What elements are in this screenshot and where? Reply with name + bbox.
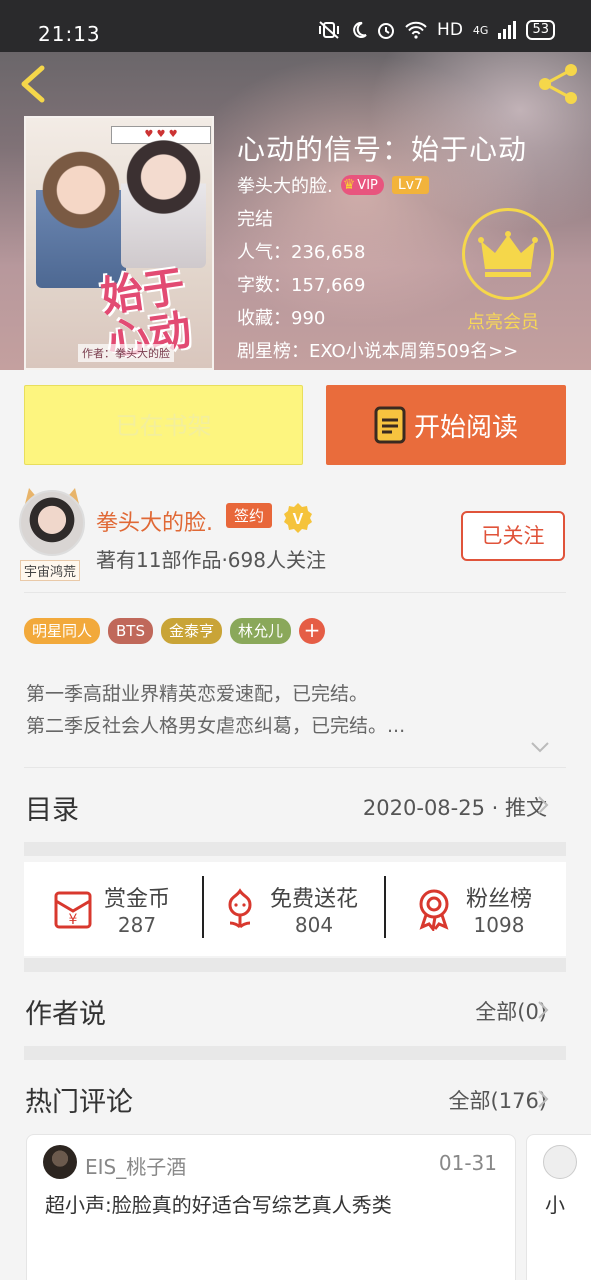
followed-button[interactable]: 已关注: [461, 511, 565, 561]
start-reading-label: 开始阅读: [413, 412, 518, 443]
medal-icon: [419, 889, 449, 931]
on-shelf-button[interactable]: 已在书架: [24, 385, 303, 465]
section-gap: [24, 1046, 566, 1060]
tag-1[interactable]: BTS: [108, 618, 153, 644]
book-author-row: 拳头大的脸. ♛ VIP Lv7: [237, 172, 429, 198]
reward-flowers-value: 804: [294, 913, 334, 937]
chevron-right-icon[interactable]: [537, 1000, 549, 1020]
toc-title[interactable]: 目录: [25, 788, 79, 827]
share-icon[interactable]: [535, 60, 583, 108]
book-favorites: 收藏：990: [237, 308, 326, 329]
comment-text: 小: [545, 1193, 565, 1217]
status-time: 21:13: [38, 22, 101, 46]
moon-icon: [353, 21, 367, 38]
book-author[interactable]: 拳头大的脸.: [237, 172, 333, 198]
intro-line-2: 第二季反社会人格男女虐恋纠葛，已完结。...: [26, 715, 406, 737]
reward-coins-label: 赏金币: [104, 887, 171, 912]
reward-coins-value: 287: [117, 913, 157, 937]
reward-fans[interactable]: 粉丝榜 1098: [414, 862, 564, 956]
comment-card[interactable]: EIS_桃子酒 01-31 超小声:脸脸真的好适合写综艺真人秀类: [26, 1134, 516, 1280]
reward-coins[interactable]: ¥ 赏金币 287: [50, 862, 200, 956]
reward-bar: ¥ 赏金币 287 免费送花 804 粉丝榜 1098: [24, 862, 566, 956]
reward-fans-label: 粉丝榜: [466, 887, 533, 912]
section-gap: [24, 842, 566, 856]
book-cover[interactable]: ♥ ♥ ♥ 始于心动 作者：拳头大的脸: [24, 116, 214, 370]
alarm-icon: [378, 23, 395, 39]
wifi-icon: [405, 21, 427, 39]
avatar-tag: 宇宙鸿荒: [20, 560, 81, 581]
book-title: 心动的信号：始于心动: [237, 133, 528, 166]
comment-text: 超小声:脸脸真的好适合写综艺真人秀类: [45, 1193, 392, 1217]
crown-icon: [478, 231, 538, 277]
vip-member-button[interactable]: [462, 208, 554, 300]
author-name[interactable]: 拳头大的脸.: [96, 505, 213, 537]
reward-flowers-label: 免费送花: [270, 887, 359, 912]
tag-list: 明星同人 BTS 金泰亨 林允儿 +: [24, 618, 326, 644]
comment-date: 01-31: [438, 1151, 497, 1175]
signal-type: 4G: [472, 23, 489, 37]
chevron-down-icon[interactable]: [530, 740, 550, 754]
network-label: HD: [437, 20, 463, 40]
book-status: 完结: [237, 209, 273, 230]
crown-icon: ♛: [342, 177, 356, 193]
red-envelope-icon: ¥: [54, 891, 92, 929]
chevron-right-icon[interactable]: [537, 795, 549, 815]
tag-0[interactable]: 明星同人: [24, 618, 101, 644]
book-popularity: 人气：236,658: [237, 242, 366, 263]
hot-comments-all[interactable]: 全部(176): [449, 1085, 547, 1115]
comment-card[interactable]: 小: [526, 1134, 591, 1280]
section-gap: [24, 958, 566, 972]
separator: [202, 876, 204, 938]
battery-icon: 53: [526, 20, 555, 40]
book-ranking-link[interactable]: 剧星榜：EXO小说本周第509名>>: [237, 337, 518, 363]
status-icons: HD 4G 53: [317, 20, 555, 40]
start-reading-button[interactable]: 开始阅读: [326, 385, 566, 465]
vibrate-off-icon: [319, 21, 340, 39]
author-stats: 著有11部作品·698人关注: [96, 548, 326, 572]
svg-text:¥: ¥: [69, 912, 78, 928]
book-word-count: 字数：157,669: [237, 275, 366, 296]
back-arrow-icon[interactable]: [16, 64, 52, 104]
tag-3[interactable]: 林允儿: [230, 618, 292, 644]
divider: [24, 767, 566, 768]
reward-fans-value: 1098: [473, 913, 525, 937]
book-header: 21:13 HD 4G 53 ♥ ♥ ♥ 始于心动 作者：拳头大的脸 心动的信号…: [0, 0, 591, 370]
commenter-avatar[interactable]: [43, 1145, 77, 1179]
vip-member-label[interactable]: 点亮会员: [467, 308, 539, 334]
book-icon: [374, 406, 406, 444]
chevron-right-icon[interactable]: [537, 1089, 549, 1109]
separator: [384, 876, 386, 938]
level-badge: Lv7: [391, 176, 429, 194]
cover-author: 作者：拳头大的脸: [78, 344, 174, 362]
signed-badge: 签约: [226, 503, 273, 528]
vip-badge: ♛ VIP: [340, 175, 384, 195]
cover-figure-left: [36, 148, 126, 288]
reward-flowers[interactable]: 免费送花 804: [220, 862, 390, 956]
toc-latest[interactable]: 2020-08-25 · 推文: [363, 792, 547, 822]
commenter-avatar[interactable]: [543, 1145, 577, 1179]
cover-figure-right: [121, 138, 206, 268]
status-bar: 21:13 HD 4G 53: [0, 0, 591, 52]
commenter-name[interactable]: EIS_桃子酒: [85, 1151, 186, 1180]
vip-label: VIP: [357, 177, 378, 193]
v-badge-label: V: [293, 511, 304, 528]
book-intro[interactable]: 第一季高甜业界精英恋爱速配，已完结。 第二季反社会人格男女虐恋纠葛，已完结。..…: [26, 678, 566, 742]
hot-comments-title[interactable]: 热门评论: [25, 1080, 133, 1119]
author-says-title[interactable]: 作者说: [25, 992, 106, 1031]
flower-icon: [228, 888, 252, 929]
author-avatar[interactable]: [19, 490, 85, 556]
signal-icon: [498, 21, 517, 39]
verified-badge-icon: V: [284, 503, 312, 533]
divider: [24, 592, 566, 593]
tag-2[interactable]: 金泰亨: [161, 618, 223, 644]
add-tag-button[interactable]: +: [299, 618, 326, 644]
intro-line-1: 第一季高甜业界精英恋爱速配，已完结。: [26, 683, 369, 705]
